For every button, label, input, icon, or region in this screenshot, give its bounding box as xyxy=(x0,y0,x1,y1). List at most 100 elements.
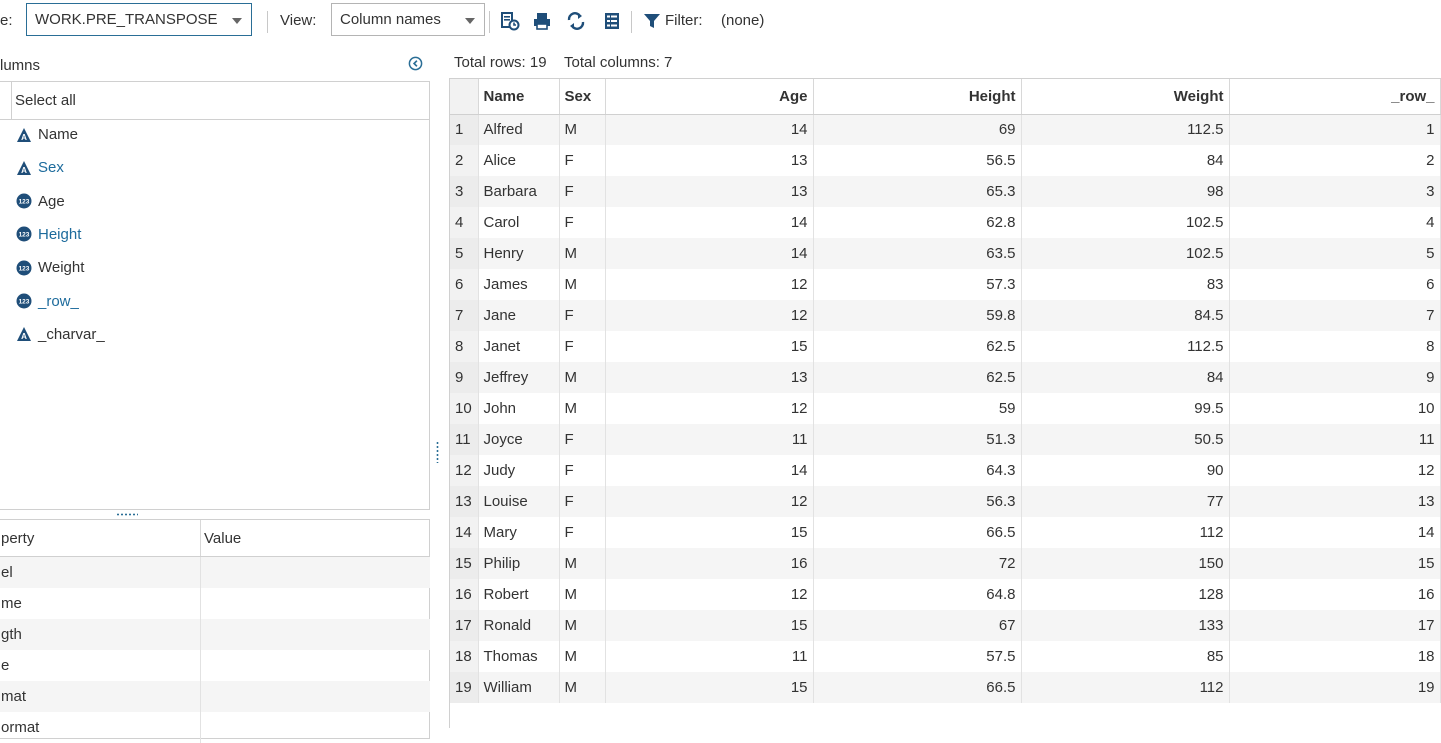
column-header[interactable]: Sex xyxy=(559,79,606,115)
table-row[interactable]: 19 William M 15 66.5 112 19 xyxy=(450,672,1441,703)
table-cell: Robert xyxy=(478,579,560,610)
table-cell: 15 xyxy=(605,610,814,641)
table-row[interactable]: 6 James M 12 57.3 83 6 xyxy=(450,269,1441,300)
column-divider xyxy=(200,520,201,556)
value-column-header: Value xyxy=(204,530,242,547)
table-cell: 14 xyxy=(605,114,814,145)
column-item[interactable]: 123 Weight xyxy=(16,251,84,284)
column-header[interactable]: Age xyxy=(605,79,814,115)
column-item[interactable]: 123 Height xyxy=(16,218,81,251)
view-select[interactable]: Column names xyxy=(331,3,485,36)
property-row[interactable]: e xyxy=(0,650,430,681)
table-cell: M xyxy=(559,579,606,610)
table-row[interactable]: 12 Judy F 14 64.3 90 12 xyxy=(450,455,1441,486)
row-number: 18 xyxy=(450,641,479,672)
table-cell: 83 xyxy=(1021,269,1230,300)
column-item[interactable]: A Name xyxy=(16,118,78,151)
table-cell: 12 xyxy=(1229,455,1441,486)
table-cell: 12 xyxy=(605,486,814,517)
table-cell: 56.3 xyxy=(813,486,1022,517)
collapse-panel-icon[interactable] xyxy=(408,56,423,71)
table-cell: 50.5 xyxy=(1021,424,1230,455)
table-cell: 112 xyxy=(1021,517,1230,548)
column-item-label: Age xyxy=(38,192,65,210)
swap-icon[interactable] xyxy=(566,11,586,31)
table-row[interactable]: 18 Thomas M 11 57.5 85 18 xyxy=(450,641,1441,672)
table-cell: 15 xyxy=(605,672,814,703)
table-cell: Alfred xyxy=(478,114,560,145)
table-cell: 12 xyxy=(605,579,814,610)
table-cell: F xyxy=(559,424,606,455)
svg-text:A: A xyxy=(21,166,27,175)
row-number: 12 xyxy=(450,455,479,486)
row-number: 3 xyxy=(450,176,479,207)
vertical-splitter-handle[interactable] xyxy=(436,441,439,463)
row-number: 4 xyxy=(450,207,479,238)
table-cell: 14 xyxy=(605,207,814,238)
select-all-label: Select all xyxy=(15,92,76,109)
table-cell: M xyxy=(559,672,606,703)
column-item[interactable]: 123 _row_ xyxy=(16,285,79,318)
column-divider xyxy=(200,681,201,712)
table-row[interactable]: 4 Carol F 14 62.8 102.5 4 xyxy=(450,207,1441,238)
refresh-data-icon[interactable] xyxy=(500,11,520,31)
table-cell: 67 xyxy=(813,610,1022,641)
column-item[interactable]: 123 Age xyxy=(16,185,65,218)
column-divider xyxy=(200,557,201,588)
row-number: 14 xyxy=(450,517,479,548)
column-header[interactable]: _row_ xyxy=(1229,79,1441,115)
table-cell: 57.5 xyxy=(813,641,1022,672)
print-icon[interactable] xyxy=(532,11,552,31)
table-cell: 1 xyxy=(1229,114,1441,145)
table-row[interactable]: 8 Janet F 15 62.5 112.5 8 xyxy=(450,331,1441,362)
table-cell: F xyxy=(559,486,606,517)
property-row[interactable]: mat xyxy=(0,681,430,712)
table-row[interactable]: 15 Philip M 16 72 150 15 xyxy=(450,548,1441,579)
select-all-row[interactable]: Select all xyxy=(0,82,429,120)
horizontal-splitter-handle[interactable] xyxy=(116,513,138,516)
property-row[interactable]: el xyxy=(0,557,430,588)
table-select[interactable]: WORK.PRE_TRANSPOSE xyxy=(26,3,252,36)
table-cell: 17 xyxy=(1229,610,1441,641)
table-row[interactable]: 1 Alfred M 14 69 112.5 1 xyxy=(450,114,1441,145)
table-cell: 15 xyxy=(1229,548,1441,579)
svg-text:123: 123 xyxy=(19,265,30,272)
table-row[interactable]: 3 Barbara F 13 65.3 98 3 xyxy=(450,176,1441,207)
property-row[interactable]: gth xyxy=(0,619,430,650)
table-cell: 62.8 xyxy=(813,207,1022,238)
table-row[interactable]: 11 Joyce F 11 51.3 50.5 11 xyxy=(450,424,1441,455)
column-item[interactable]: A _charvar_ xyxy=(16,318,105,351)
table-row[interactable]: 14 Mary F 15 66.5 112 14 xyxy=(450,517,1441,548)
row-number: 15 xyxy=(450,548,479,579)
row-number: 8 xyxy=(450,331,479,362)
table-cell: 98 xyxy=(1021,176,1230,207)
column-header[interactable]: Height xyxy=(813,79,1022,115)
column-header[interactable]: Weight xyxy=(1021,79,1230,115)
column-item-label: Weight xyxy=(38,259,85,277)
table-row[interactable]: 9 Jeffrey M 13 62.5 84 9 xyxy=(450,362,1441,393)
table-row[interactable]: 2 Alice F 13 56.5 84 2 xyxy=(450,145,1441,176)
property-row[interactable]: me xyxy=(0,588,430,619)
table-row[interactable]: 17 Ronald M 15 67 133 17 xyxy=(450,610,1441,641)
row-number: 5 xyxy=(450,238,479,269)
table-cell: 11 xyxy=(605,424,814,455)
column-item[interactable]: A Sex xyxy=(16,151,64,184)
table-row[interactable]: 7 Jane F 12 59.8 84.5 7 xyxy=(450,300,1441,331)
table-cell: 5 xyxy=(1229,238,1441,269)
column-divider xyxy=(200,619,201,650)
column-header[interactable]: Name xyxy=(478,79,560,115)
table-row[interactable]: 13 Louise F 12 56.3 77 13 xyxy=(450,486,1441,517)
table-cell: 64.8 xyxy=(813,579,1022,610)
table-cell: Ronald xyxy=(478,610,560,641)
table-cell: 57.3 xyxy=(813,269,1022,300)
table-cell: F xyxy=(559,207,606,238)
table-cell: F xyxy=(559,145,606,176)
table-row[interactable]: 10 John M 12 59 99.5 10 xyxy=(450,393,1441,424)
table-row[interactable]: 5 Henry M 14 63.5 102.5 5 xyxy=(450,238,1441,269)
filter-icon[interactable] xyxy=(642,11,662,31)
table-row[interactable]: 16 Robert M 12 64.8 128 16 xyxy=(450,579,1441,610)
table-cell: 11 xyxy=(1229,424,1441,455)
table-cell: Judy xyxy=(478,455,560,486)
columns-list-icon[interactable] xyxy=(602,11,622,31)
table-cell: Joyce xyxy=(478,424,560,455)
